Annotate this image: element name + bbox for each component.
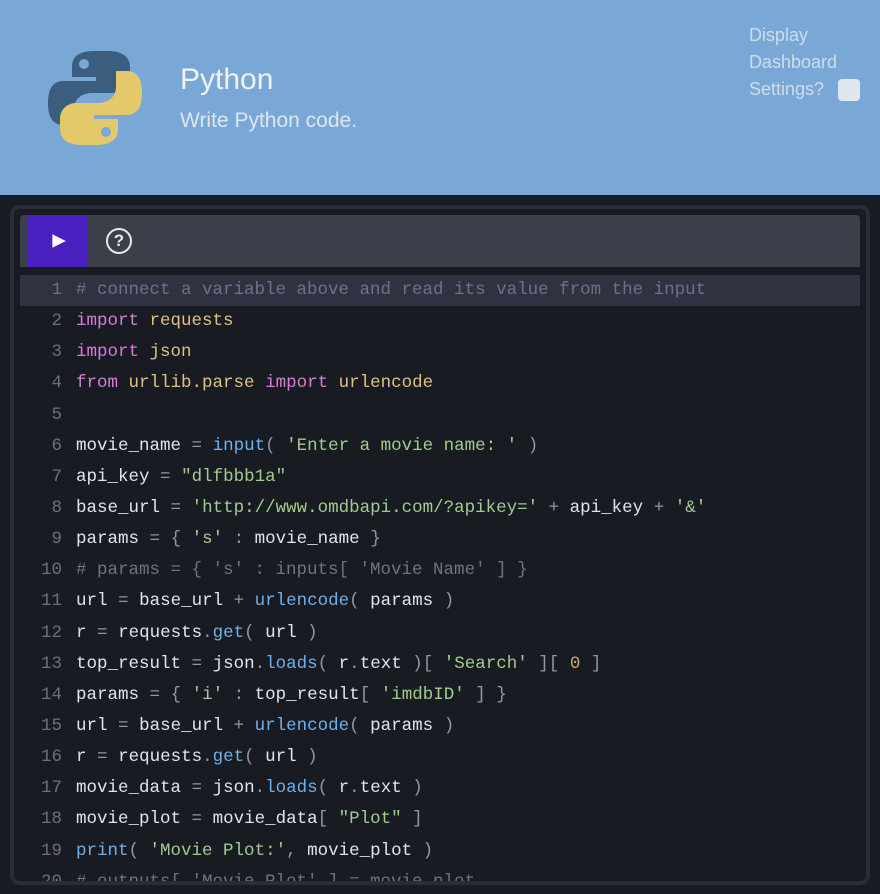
line-number: 18 (20, 804, 76, 835)
code-line[interactable]: 11url = base_url + urlencode( params ) (20, 586, 860, 617)
line-number: 14 (20, 680, 76, 711)
code-line[interactable]: 8base_url = 'http://www.omdbapi.com/?api… (20, 493, 860, 524)
code-content[interactable]: r = requests.get( url ) (76, 618, 860, 649)
code-content[interactable] (76, 400, 860, 431)
code-content[interactable]: # outputs[ 'Movie Plot' ] = movie plot (76, 867, 860, 885)
line-number: 13 (20, 649, 76, 680)
python-logo-icon (40, 43, 150, 153)
line-number: 2 (20, 306, 76, 337)
code-line[interactable]: 17movie_data = json.loads( r.text ) (20, 773, 860, 804)
code-content[interactable]: r = requests.get( url ) (76, 742, 860, 773)
run-button[interactable] (28, 215, 88, 267)
settings-line-display: Display (749, 22, 860, 49)
code-line[interactable]: 9params = { 's' : movie_name } (20, 524, 860, 555)
code-content[interactable]: movie_plot = movie_data[ "Plot" ] (76, 804, 860, 835)
code-content[interactable]: movie_data = json.loads( r.text ) (76, 773, 860, 804)
settings-checkbox[interactable] (838, 79, 860, 101)
code-line[interactable]: 10# params = { 's' : inputs[ 'Movie Name… (20, 555, 860, 586)
play-icon (49, 232, 67, 250)
code-content[interactable]: url = base_url + urlencode( params ) (76, 711, 860, 742)
line-number: 3 (20, 337, 76, 368)
line-number: 7 (20, 462, 76, 493)
code-line[interactable]: 1# connect a variable above and read its… (20, 275, 860, 306)
code-line[interactable]: 7api_key = "dlfbbb1a" (20, 462, 860, 493)
line-number: 17 (20, 773, 76, 804)
settings-line-dashboard: Dashboard (749, 49, 860, 76)
page-subtitle: Write Python code. (180, 109, 357, 133)
code-line[interactable]: 2import requests (20, 306, 860, 337)
code-content[interactable]: params = { 'i' : top_result[ 'imdbID' ] … (76, 680, 860, 711)
code-content[interactable]: top_result = json.loads( r.text )[ 'Sear… (76, 649, 860, 680)
line-number: 15 (20, 711, 76, 742)
code-content[interactable]: print( 'Movie Plot:', movie_plot ) (76, 836, 860, 867)
line-number: 10 (20, 555, 76, 586)
line-number: 8 (20, 493, 76, 524)
help-button[interactable]: ? (106, 228, 132, 254)
code-line[interactable]: 16r = requests.get( url ) (20, 742, 860, 773)
line-number: 20 (20, 867, 76, 885)
line-number: 16 (20, 742, 76, 773)
code-content[interactable]: base_url = 'http://www.omdbapi.com/?apik… (76, 493, 860, 524)
editor-toolbar: ? (20, 215, 860, 267)
line-number: 11 (20, 586, 76, 617)
code-line[interactable]: 15url = base_url + urlencode( params ) (20, 711, 860, 742)
line-number: 1 (20, 275, 76, 306)
code-content[interactable]: url = base_url + urlencode( params ) (76, 586, 860, 617)
settings-panel: Display Dashboard Settings? (749, 22, 860, 103)
code-line[interactable]: 12r = requests.get( url ) (20, 618, 860, 649)
line-number: 6 (20, 431, 76, 462)
page-title: Python (180, 63, 357, 97)
code-line[interactable]: 20# outputs[ 'Movie Plot' ] = movie plot (20, 867, 860, 885)
code-content[interactable]: import json (76, 337, 860, 368)
code-line[interactable]: 13top_result = json.loads( r.text )[ 'Se… (20, 649, 860, 680)
code-content[interactable]: api_key = "dlfbbb1a" (76, 462, 860, 493)
code-line[interactable]: 5 (20, 400, 860, 431)
line-number: 19 (20, 836, 76, 867)
settings-label: Settings? (749, 76, 824, 103)
editor-container: ? 1# connect a variable above and read i… (10, 205, 870, 885)
code-content[interactable]: import requests (76, 306, 860, 337)
code-line[interactable]: 19print( 'Movie Plot:', movie_plot ) (20, 836, 860, 867)
code-editor[interactable]: 1# connect a variable above and read its… (20, 267, 860, 885)
header-text: Python Write Python code. (180, 63, 357, 133)
code-line[interactable]: 3import json (20, 337, 860, 368)
line-number: 9 (20, 524, 76, 555)
code-line[interactable]: 18movie_plot = movie_data[ "Plot" ] (20, 804, 860, 835)
line-number: 12 (20, 618, 76, 649)
code-content[interactable]: # params = { 's' : inputs[ 'Movie Name' … (76, 555, 860, 586)
code-line[interactable]: 14params = { 'i' : top_result[ 'imdbID' … (20, 680, 860, 711)
header: Python Write Python code. Display Dashbo… (0, 0, 880, 195)
code-line[interactable]: 6movie_name = input( 'Enter a movie name… (20, 431, 860, 462)
code-line[interactable]: 4from urllib.parse import urlencode (20, 368, 860, 399)
line-number: 5 (20, 400, 76, 431)
code-content[interactable]: from urllib.parse import urlencode (76, 368, 860, 399)
code-content[interactable]: movie_name = input( 'Enter a movie name:… (76, 431, 860, 462)
code-content[interactable]: # connect a variable above and read its … (76, 275, 860, 306)
line-number: 4 (20, 368, 76, 399)
code-content[interactable]: params = { 's' : movie_name } (76, 524, 860, 555)
